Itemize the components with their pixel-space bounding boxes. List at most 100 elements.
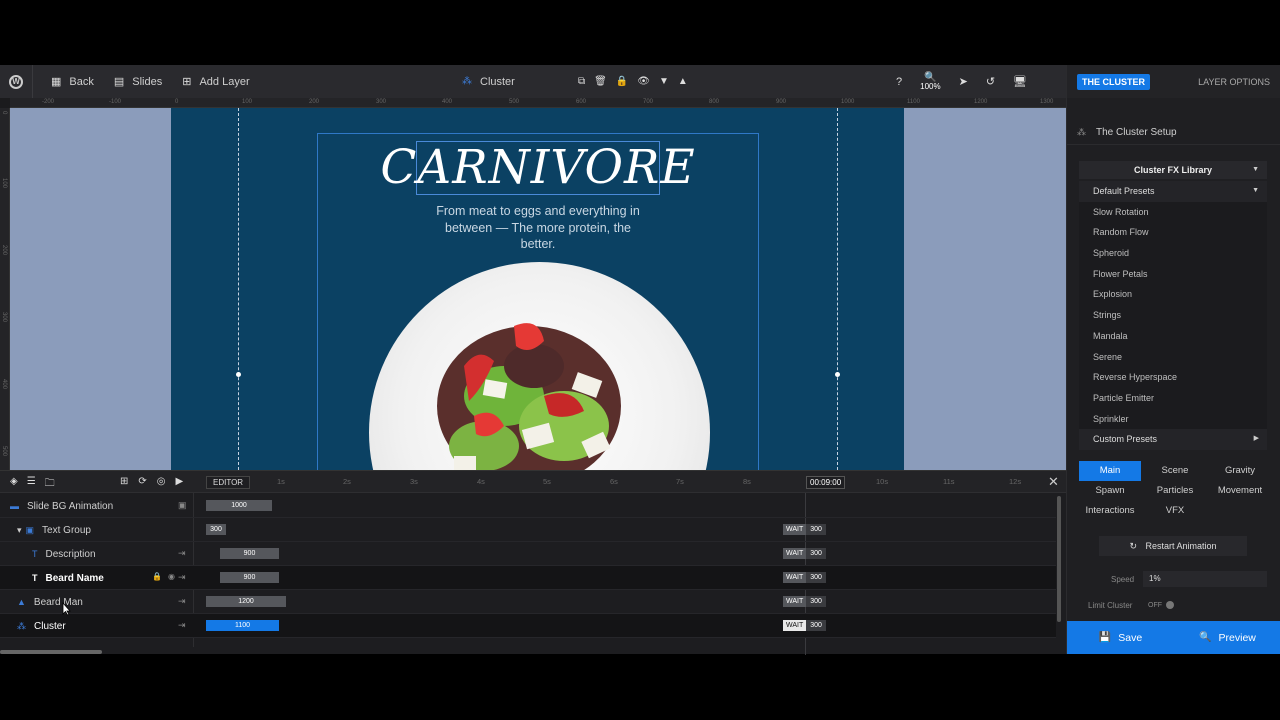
tab-particles[interactable]: Particles (1144, 481, 1206, 501)
cluster-icon: ⁂ (17, 620, 26, 631)
tab-interactions[interactable]: Interactions (1079, 501, 1141, 521)
wordpress-logo-button[interactable]: W (0, 65, 33, 98)
align-end-icon[interactable]: ⇥ (178, 548, 186, 559)
align-end-icon[interactable]: ⇥ (178, 572, 186, 583)
speed-input[interactable]: 1% (1143, 571, 1267, 587)
preset-item[interactable]: Mandala (1079, 326, 1267, 347)
duplicate-icon[interactable]: ⧉ (578, 76, 585, 87)
tab-main[interactable]: Main (1079, 461, 1141, 481)
preset-item[interactable]: Explosion (1079, 284, 1267, 305)
timeline-vertical-scrollbar[interactable] (1057, 496, 1061, 622)
align-end-icon[interactable]: ⇥ (178, 620, 186, 631)
save-preview-bar: 💾 Save 🔍 Preview (1067, 621, 1280, 654)
time-tick: 3s (410, 477, 418, 486)
timeline-bar[interactable]: 1100 (206, 620, 279, 631)
editor-canvas[interactable]: CARNIVORE From meat to eggs and everythi… (10, 108, 1066, 470)
play-icon[interactable]: ▶ (176, 476, 184, 487)
zoom-control[interactable]: 🔍 100% (920, 72, 940, 91)
timeline-bar[interactable]: 900 (220, 548, 279, 559)
default-presets-header[interactable]: Default Presets ▼ (1079, 181, 1267, 202)
wait-block[interactable]: WAIT 300 (783, 572, 826, 583)
fx-library-dropdown[interactable]: Cluster FX Library ▼ (1079, 161, 1267, 179)
preset-item[interactable]: Flower Petals (1079, 264, 1267, 285)
cluster-setup-header[interactable]: ⁂ The Cluster Setup (1067, 120, 1280, 145)
refresh-icon: ↻ (1129, 541, 1137, 551)
wait-value: 300 (806, 596, 826, 607)
eye-icon[interactable]: 👁 (637, 76, 650, 87)
ruler-tick: 0 (1, 111, 7, 115)
timeline-row[interactable]: ▲ Beard Man ⇥ 1200 WAIT 300 (0, 590, 1056, 614)
folder-icon[interactable]: 🗀 (45, 476, 55, 493)
tab-movement[interactable]: Movement (1209, 481, 1271, 501)
preset-item[interactable]: Slow Rotation (1079, 202, 1267, 223)
layer-settings-icon[interactable]: ▣ (178, 500, 187, 511)
resize-handle-right[interactable] (835, 372, 840, 377)
list-icon[interactable]: ☰ (27, 476, 36, 493)
timeline-row[interactable]: ▬ Slide BG Animation ▣ 1000 (0, 494, 1056, 518)
undo-icon[interactable]: ↺ (986, 75, 995, 88)
wait-block[interactable]: WAIT 300 (783, 548, 826, 559)
pointer-icon[interactable]: ➤ (959, 75, 968, 88)
timeline-bar[interactable]: 300 (206, 524, 226, 535)
preset-item[interactable]: Particle Emitter (1079, 388, 1267, 409)
timeline-row[interactable]: T Description ⇥ 900 WAIT 300 (0, 542, 1056, 566)
preset-item[interactable]: Reverse Hyperspace (1079, 367, 1267, 388)
wait-block[interactable]: WAIT 300 (783, 596, 826, 607)
tab-spawn[interactable]: Spawn (1079, 481, 1141, 501)
preset-item[interactable]: Strings (1079, 305, 1267, 326)
close-icon[interactable]: ✕ (1048, 474, 1059, 490)
preview-label: Preview (1218, 631, 1256, 644)
loop-icon[interactable]: ⟳ (138, 476, 146, 487)
slide-description[interactable]: From meat to eggs and everything in betw… (433, 203, 643, 253)
layer-options-tab[interactable]: LAYER OPTIONS (1198, 77, 1270, 87)
preset-item[interactable]: Random Flow (1079, 222, 1267, 243)
preset-item[interactable]: Sprinkler (1079, 409, 1267, 430)
limit-cluster-toggle[interactable]: OFF (1148, 601, 1174, 609)
cluster-badge[interactable]: THE CLUSTER (1077, 73, 1150, 90)
lock-icon[interactable]: 🔒 (152, 572, 162, 581)
add-layer-button[interactable]: ⊞ Add Layer (172, 65, 259, 98)
restart-animation-button[interactable]: ↻ Restart Animation (1099, 536, 1247, 556)
desktop-icon[interactable]: 🖥 (1013, 75, 1027, 88)
back-button[interactable]: ▦ Back (41, 65, 104, 98)
timeline-bar[interactable]: 900 (220, 572, 279, 583)
align-end-icon[interactable]: ⇥ (178, 596, 186, 607)
tab-vfx[interactable]: VFX (1144, 501, 1206, 521)
eye-icon[interactable]: ◉ (168, 572, 175, 581)
timeline-row[interactable]: T Beard Name 🔒 ◉ ⇥ 900 WAIT 300 (0, 566, 1056, 590)
wait-block[interactable]: WAIT 300 (783, 524, 826, 535)
wait-label: WAIT (783, 548, 807, 559)
lock-icon[interactable]: 🔒 (616, 76, 628, 87)
resize-handle-left[interactable] (236, 372, 241, 377)
timeline-bar[interactable]: 1000 (206, 500, 272, 511)
timeline-horizontal-scrollbar[interactable] (0, 650, 102, 654)
preview-button[interactable]: 🔍 Preview (1174, 621, 1280, 654)
playhead-time[interactable]: 00:09:00 (806, 476, 846, 489)
timeline-row[interactable]: ▾ ▣ Text Group 300 WAIT 300 (0, 518, 1056, 542)
layer-label: ▬ Slide BG Animation (10, 494, 113, 518)
wait-block[interactable]: WAIT 300 (783, 620, 826, 631)
tab-scene[interactable]: Scene (1144, 461, 1206, 481)
caret-down-icon[interactable]: ▾ (17, 525, 22, 536)
arrow-down-icon[interactable]: ▼ (659, 76, 669, 87)
tab-gravity[interactable]: Gravity (1209, 461, 1271, 481)
custom-presets-header[interactable]: Custom Presets ▶ (1079, 429, 1267, 450)
timeline-bar[interactable]: 1200 (206, 596, 286, 607)
slides-button[interactable]: ▤ Slides (104, 65, 172, 98)
layers-icon[interactable]: ◈ (10, 476, 18, 493)
help-icon[interactable]: ? (896, 76, 902, 88)
save-button[interactable]: 💾 Save (1067, 621, 1174, 654)
trash-icon[interactable]: 🗑 (594, 76, 607, 87)
ruler-tick: 300 (376, 99, 387, 105)
title-layer[interactable]: CARNIVORE (380, 141, 695, 195)
arrow-up-icon[interactable]: ▲ (678, 76, 688, 87)
speed-icon[interactable]: ◎ (157, 476, 166, 487)
grid-icon[interactable]: ⊞ (120, 476, 128, 487)
current-layer-selector[interactable]: ⁂ Cluster (462, 65, 515, 98)
slide-area[interactable]: CARNIVORE From meat to eggs and everythi… (171, 108, 904, 470)
preset-item[interactable]: Serene (1079, 347, 1267, 368)
toggle-state: OFF (1148, 601, 1162, 609)
timeline-row[interactable]: ⁂ Cluster ⇥ 1100 WAIT 300 (0, 614, 1056, 638)
preset-item[interactable]: Spheroid (1079, 243, 1267, 264)
ruler-tick: 500 (1, 446, 7, 457)
